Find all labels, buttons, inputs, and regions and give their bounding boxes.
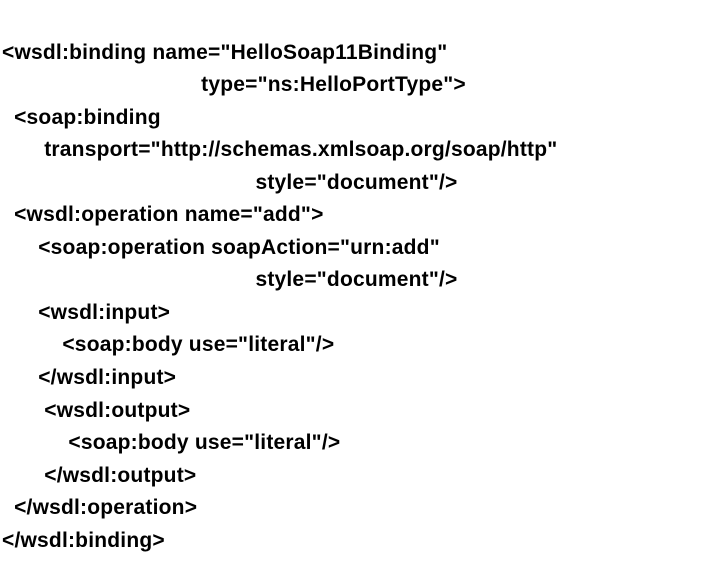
code-line: type="ns:HelloPortType"> bbox=[2, 73, 466, 96]
code-line: </wsdl:input> bbox=[2, 366, 176, 389]
code-line: style="document"/> bbox=[2, 268, 458, 291]
wsdl-code-block: <wsdl:binding name="HelloSoap11Binding" … bbox=[0, 0, 720, 561]
code-line: <soap:binding bbox=[2, 106, 161, 129]
code-line: <soap:operation soapAction="urn:add" bbox=[2, 236, 440, 259]
code-line: <wsdl:output> bbox=[2, 399, 190, 422]
code-line: </wsdl:output> bbox=[2, 464, 196, 487]
code-line: style="document"/> bbox=[2, 171, 458, 194]
code-line: <wsdl:operation name="add"> bbox=[2, 203, 324, 226]
code-line: <wsdl:input> bbox=[2, 301, 170, 324]
code-line: <soap:body use="literal"/> bbox=[2, 431, 340, 454]
code-line: </wsdl:binding> bbox=[2, 529, 165, 552]
code-line: <soap:body use="literal"/> bbox=[2, 333, 334, 356]
code-line: <wsdl:binding name="HelloSoap11Binding" bbox=[2, 41, 447, 64]
code-line: transport="http://schemas.xmlsoap.org/so… bbox=[2, 138, 557, 161]
code-line: </wsdl:operation> bbox=[2, 496, 197, 519]
